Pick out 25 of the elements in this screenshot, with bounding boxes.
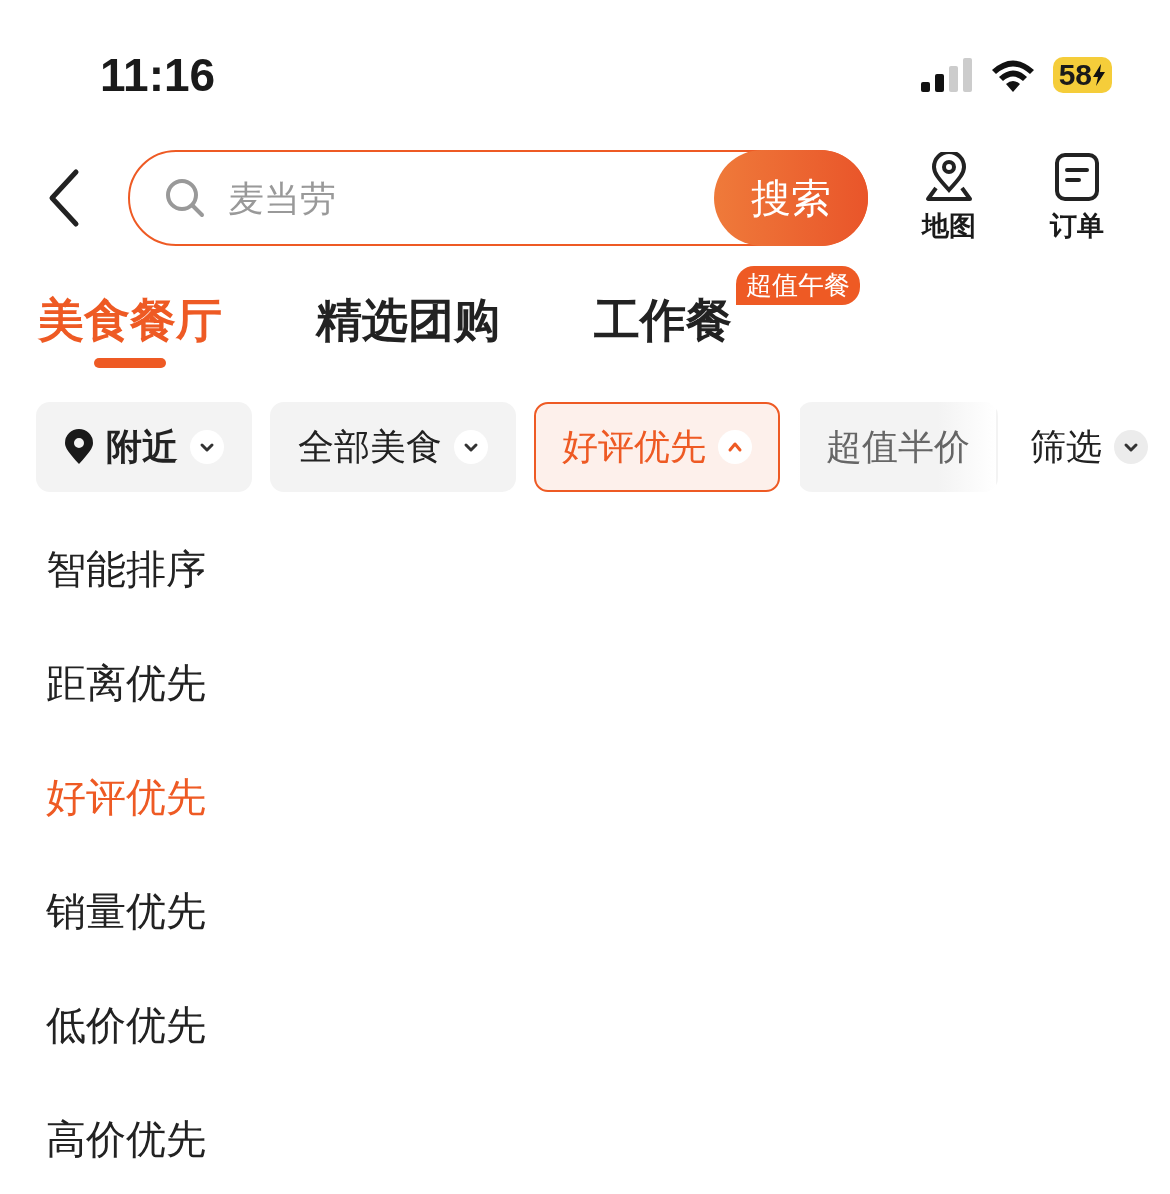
- sort-option[interactable]: 高价优先: [46, 1082, 206, 1194]
- location-pin-icon: [924, 152, 974, 202]
- caret-down-icon: [1114, 430, 1148, 464]
- header-action[interactable]: 订单: [1050, 152, 1104, 244]
- promo-badge: 超值午餐: [736, 266, 860, 305]
- sort-option[interactable]: 距离优先: [46, 626, 206, 740]
- caret-down-icon: [190, 430, 224, 464]
- caret-up-icon: [718, 430, 752, 464]
- signal-icon: [920, 58, 973, 92]
- location-pin-icon: [64, 429, 94, 465]
- battery-icon: 58: [1052, 57, 1112, 93]
- status-time: 11:16: [100, 48, 216, 102]
- search-icon: [164, 177, 206, 219]
- filter-chip[interactable]: 全部美食: [270, 402, 516, 492]
- sort-option[interactable]: 智能排序: [46, 512, 206, 626]
- header-action[interactable]: 地图: [922, 152, 976, 244]
- filter-chip[interactable]: 附近: [36, 402, 252, 492]
- filter-chip[interactable]: 筛选: [1016, 402, 1150, 492]
- category-tab[interactable]: 工作餐: [594, 290, 732, 352]
- caret-down-icon: [454, 430, 488, 464]
- sort-option[interactable]: 低价优先: [46, 968, 206, 1082]
- filter-chip[interactable]: 超值半价: [798, 402, 998, 492]
- document-icon: [1054, 152, 1100, 202]
- sort-option[interactable]: 销量优先: [46, 854, 206, 968]
- category-tab[interactable]: 精选团购: [316, 290, 500, 352]
